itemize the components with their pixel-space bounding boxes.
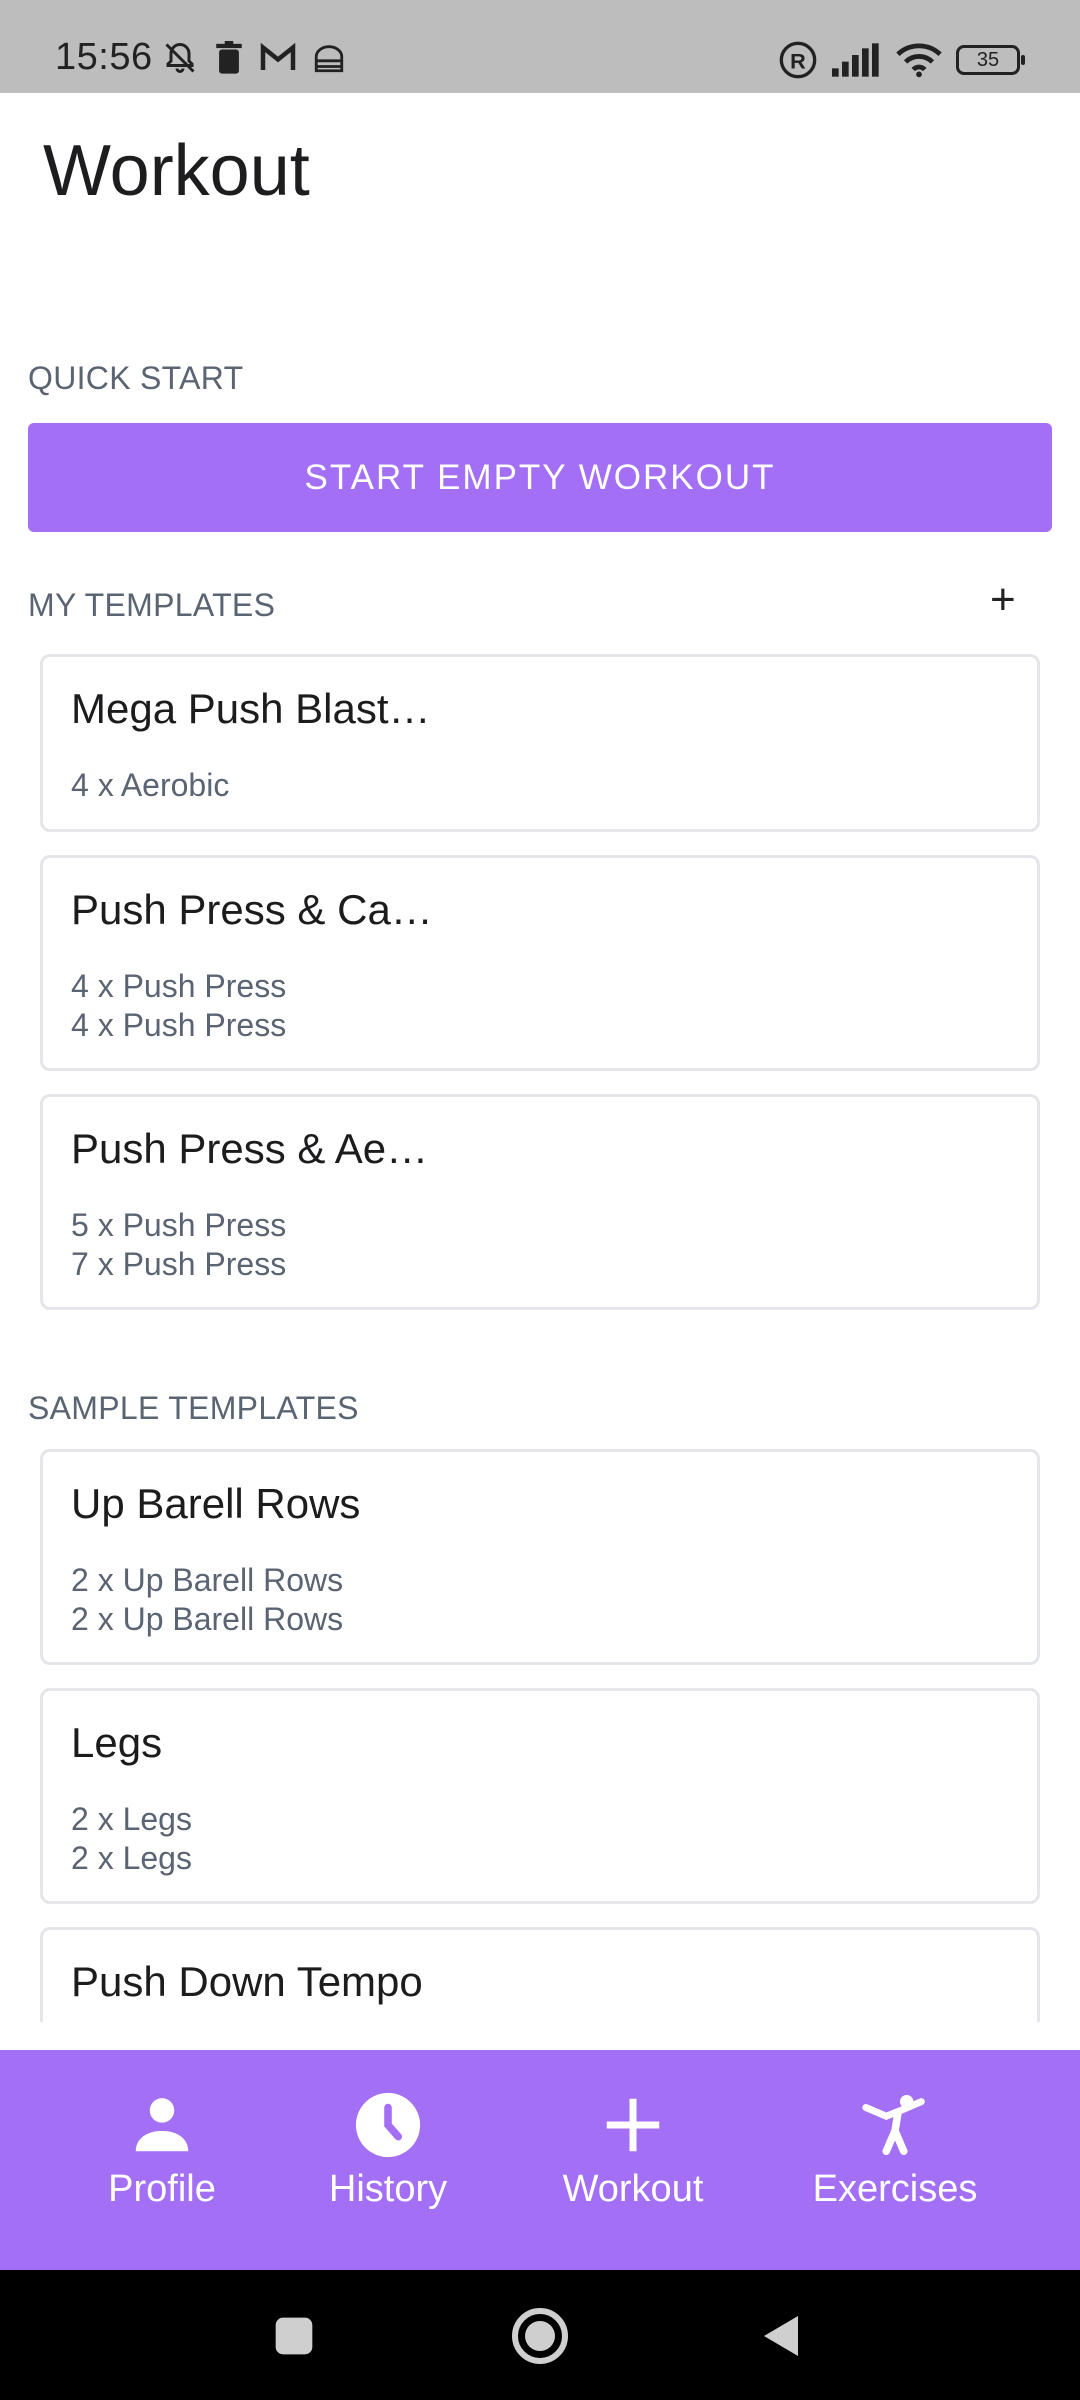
template-exercise-line: 2 x Up Barell Rows: [71, 1601, 344, 1637]
template-exercise-line: 2 x Legs: [71, 1801, 192, 1837]
template-exercise-line: 4 x Push Press: [71, 1007, 287, 1043]
plus-icon: [606, 2098, 660, 2152]
sample-template-card[interactable]: Up Barell Rows 2 x Up Barell Rows 2 x Up…: [40, 1449, 1040, 1665]
nav-label: History: [328, 2168, 448, 2210]
sample-template-card[interactable]: Legs 2 x Legs 2 x Legs: [40, 1688, 1040, 1904]
template-title: Push Press & Ca…: [71, 886, 433, 933]
template-exercise-line: 4 x Push Press: [71, 968, 287, 1004]
clock-icon: [355, 2092, 421, 2158]
screen: 15:56 R 35 Workout QUICK START START EMP…: [0, 0, 1080, 2400]
recents-button[interactable]: [272, 2314, 316, 2358]
nav-exercises[interactable]: Exercises: [795, 2090, 995, 2211]
person-icon: [135, 2098, 189, 2152]
template-card[interactable]: Mega Push Blast… 4 x Aerobic: [40, 654, 1040, 832]
template-card[interactable]: Push Press & Ca… 4 x Push Press 4 x Push…: [40, 855, 1040, 1071]
template-exercise-line: 2 x Up Barell Rows: [71, 1562, 344, 1598]
nav-label: Workout: [562, 2168, 704, 2210]
add-template-button[interactable]: +: [990, 578, 1016, 622]
nav-history[interactable]: History: [288, 2090, 488, 2211]
nav-label: Exercises: [812, 2168, 978, 2210]
back-button[interactable]: [758, 2312, 806, 2360]
exercise-figure-icon: [862, 2094, 925, 2156]
template-title: Legs: [71, 1719, 163, 1766]
template-title: Push Press & Ae…: [71, 1125, 429, 1172]
system-nav-bar: [0, 2270, 1080, 2400]
template-title: Push Down Tempo: [71, 1958, 423, 2005]
template-exercise-line: 5 x Push Press: [71, 1207, 287, 1243]
sample-templates-label: SAMPLE TEMPLATES: [28, 1390, 359, 1426]
scroll-content[interactable]: QUICK START START EMPTY WORKOUT MY TEMPL…: [0, 0, 1080, 2022]
template-title: Up Barell Rows: [71, 1480, 361, 1527]
sample-template-card[interactable]: Push Down Tempo: [40, 1927, 1040, 2022]
template-card[interactable]: Push Press & Ae… 5 x Push Press 7 x Push…: [40, 1094, 1040, 1310]
quick-start-label: QUICK START: [28, 360, 244, 396]
my-templates-label: MY TEMPLATES: [28, 587, 276, 623]
template-exercise-line: 7 x Push Press: [71, 1246, 287, 1282]
template-exercise-line: 4 x Aerobic: [71, 767, 230, 803]
nav-label: Profile: [108, 2168, 216, 2210]
bottom-nav: Profile History Workout Exercises: [0, 2050, 1080, 2270]
nav-workout[interactable]: Workout: [533, 2090, 733, 2211]
template-exercise-line: 2 x Legs: [71, 1840, 192, 1876]
start-empty-workout-button[interactable]: START EMPTY WORKOUT: [28, 423, 1052, 532]
home-button[interactable]: [510, 2306, 570, 2366]
nav-profile[interactable]: Profile: [62, 2090, 262, 2211]
template-title: Mega Push Blast…: [71, 685, 431, 732]
